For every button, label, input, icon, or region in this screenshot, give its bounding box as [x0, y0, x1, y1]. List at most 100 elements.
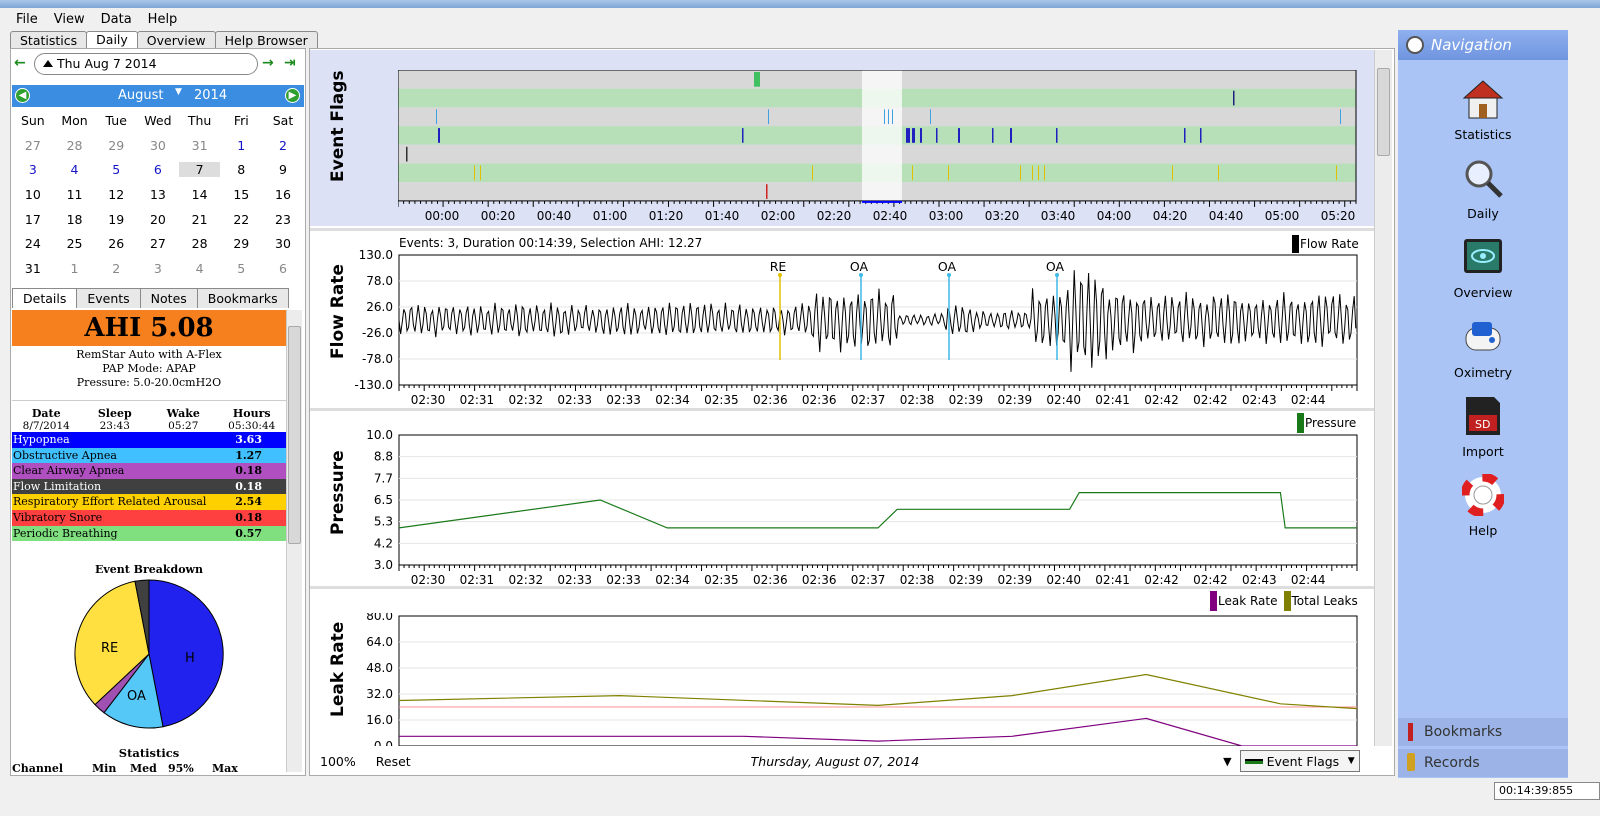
triangle-up-icon[interactable] — [43, 60, 53, 67]
date-selector[interactable]: Thu Aug 7 2014 — [34, 53, 258, 75]
event-index-row[interactable]: Periodic Breathing 0.57 — [12, 525, 286, 542]
calendar-day[interactable]: 4 — [54, 162, 96, 177]
calendar-day[interactable]: 28 — [179, 236, 221, 251]
calendar-day[interactable]: 4 — [179, 261, 221, 276]
flow-rate-plot[interactable]: 130.0 78.0 26.0 -26.0 -78.0 -130.0 02:30 02:31 0… — [310, 249, 1374, 409]
flow-event-label: OA — [1046, 259, 1065, 274]
graph-select-dropdown[interactable]: Event Flags ▼ — [1239, 750, 1360, 772]
prev-month-icon[interactable]: ◀ — [15, 88, 30, 103]
tab-daily[interactable]: Daily — [86, 31, 138, 49]
last-day-arrow-icon[interactable]: ⇥ — [284, 55, 296, 71]
nav-daily[interactable]: Daily — [1398, 157, 1568, 221]
calendar-day[interactable]: 15 — [220, 187, 262, 202]
calendar-day[interactable]: 2 — [95, 261, 137, 276]
nav-help[interactable]: Help — [1398, 472, 1568, 538]
nav-overview[interactable]: Overview — [1398, 236, 1568, 300]
calendar-month[interactable]: August — [118, 88, 164, 103]
event-flags-plot[interactable]: PBCAOAHFLREVS200:0000:2000:4001:0001:200… — [398, 70, 1358, 228]
calendar-day[interactable]: 31 — [179, 138, 221, 153]
calendar-day[interactable]: 20 — [137, 212, 179, 227]
calendar-day[interactable]: 24 — [12, 236, 54, 251]
calendar-day[interactable]: 28 — [54, 138, 96, 153]
calendar-day[interactable]: 6 — [137, 162, 179, 177]
calendar-day[interactable]: 2 — [262, 138, 304, 153]
event-value: 2.54 — [235, 495, 262, 509]
calendar-day[interactable]: 19 — [95, 212, 137, 227]
pie-label-re: RE — [101, 641, 118, 656]
calendar-day[interactable]: 13 — [137, 187, 179, 202]
calendar-day[interactable]: 18 — [54, 212, 96, 227]
calendar-day[interactable]: 26 — [95, 236, 137, 251]
calendar-day[interactable]: 9 — [262, 162, 304, 177]
calendar-day[interactable]: 29 — [220, 236, 262, 251]
calendar-day[interactable]: 1 — [54, 261, 96, 276]
event-index-row[interactable]: Flow Limitation 0.18 — [12, 478, 286, 495]
x-tick-label: 02:41 — [1095, 573, 1130, 587]
leak-rate-plot[interactable]: 80.0 64.0 48.0 32.0 16.0 0.0 — [310, 613, 1374, 746]
calendar-day[interactable]: 10 — [12, 187, 54, 202]
calendar-day[interactable]: 12 — [95, 187, 137, 202]
month-dropdown-icon[interactable]: ▼ — [175, 87, 182, 97]
prev-day-arrow-icon[interactable]: ← — [14, 55, 26, 71]
calendar-day[interactable]: 22 — [220, 212, 262, 227]
pressure-plot[interactable]: 10.0 8.8 7.7 6.5 5.3 4.2 3.0 02:30 02:31 02:32 02:… — [310, 429, 1374, 589]
event-index-row[interactable]: Respiratory Effort Related Arousal 2.54 — [12, 494, 286, 510]
calendar-day[interactable]: 31 — [12, 261, 54, 276]
calendar-year[interactable]: 2014 — [194, 88, 227, 103]
menu-view[interactable]: View — [46, 12, 93, 27]
graphs-scrollbar[interactable] — [1374, 50, 1392, 746]
event-index-row[interactable]: Obstructive Apnea 1.27 — [12, 447, 286, 464]
tab-help-browser[interactable]: Help Browser — [214, 31, 318, 49]
graphs-scroll-thumb[interactable] — [1377, 68, 1390, 156]
tab-events[interactable]: Events — [76, 288, 141, 308]
calendar-day[interactable]: 7 — [178, 162, 221, 178]
calendar-day[interactable]: 30 — [137, 138, 179, 153]
calendar-day[interactable]: 27 — [12, 138, 54, 153]
event-index-row[interactable]: Vibratory Snore 0.18 — [12, 509, 286, 526]
calendar-day[interactable]: 17 — [12, 212, 54, 227]
calendar-day[interactable]: 1 — [220, 138, 262, 153]
calendar-day[interactable]: 23 — [262, 212, 304, 227]
calendar-day[interactable]: 27 — [137, 236, 179, 251]
nav-statistics[interactable]: Statistics — [1398, 78, 1568, 142]
calendar-day[interactable]: 6 — [262, 261, 304, 276]
calendar-day[interactable]: 5 — [220, 261, 262, 276]
x-tick-label: 02:00 — [761, 209, 796, 223]
calendar-day[interactable]: 25 — [54, 236, 96, 251]
calendar-day[interactable]: 11 — [54, 187, 96, 202]
calendar-day[interactable]: 3 — [137, 261, 179, 276]
reset-button[interactable]: Reset — [376, 754, 411, 769]
nav-records[interactable]: Records — [1398, 749, 1568, 777]
nav-oximetry[interactable]: Oximetry — [1398, 316, 1568, 380]
nav-bookmarks[interactable]: Bookmarks — [1398, 718, 1568, 746]
flow-event-label: RE — [770, 259, 787, 274]
layout-dropdown-icon[interactable]: ▼ — [1223, 755, 1231, 768]
details-scrollbar[interactable] — [286, 310, 302, 772]
tab-bookmarks[interactable]: Bookmarks — [196, 288, 289, 308]
next-month-icon[interactable]: ▶ — [285, 88, 300, 103]
calendar-day[interactable]: 14 — [179, 187, 221, 202]
tab-notes[interactable]: Notes — [139, 288, 198, 308]
flag-selection[interactable] — [862, 70, 902, 201]
menu-help[interactable]: Help — [140, 12, 186, 27]
calendar-day[interactable]: 5 — [95, 162, 137, 177]
calendar-day[interactable]: 16 — [262, 187, 304, 202]
next-day-arrow-icon[interactable]: → — [262, 55, 274, 71]
flag-event-mark — [884, 109, 885, 125]
menu-file[interactable]: File — [8, 12, 46, 27]
tab-overview[interactable]: Overview — [136, 31, 216, 49]
calendar-day[interactable]: 30 — [262, 236, 304, 251]
calendar-day[interactable]: 21 — [179, 212, 221, 227]
calendar-day[interactable]: 8 — [220, 162, 262, 177]
flag-event-mark — [912, 165, 913, 181]
details-scroll-thumb[interactable] — [288, 326, 301, 544]
calendar-day[interactable]: 29 — [95, 138, 137, 153]
event-index-row[interactable]: Clear Airway Apnea 0.18 — [12, 463, 286, 479]
tab-details[interactable]: Details — [12, 288, 78, 308]
event-index-row[interactable]: Hypopnea 3.63 — [12, 432, 286, 448]
calendar-day[interactable]: 3 — [12, 162, 54, 177]
y-tick-label: -26.0 — [362, 326, 393, 340]
tab-statistics[interactable]: Statistics — [10, 31, 88, 49]
nav-import[interactable]: SD Import — [1398, 395, 1568, 459]
menu-data[interactable]: Data — [93, 12, 140, 27]
